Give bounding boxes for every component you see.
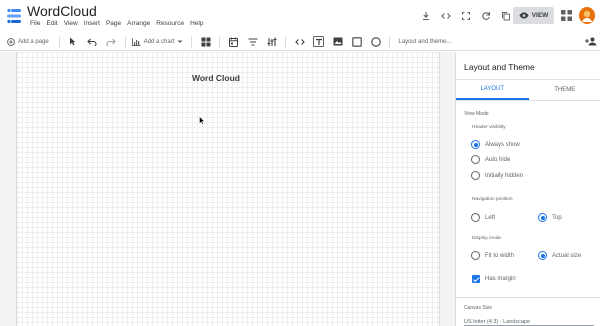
radio-unselected-icon	[471, 171, 480, 180]
menu-bar: File Edit View Insert Page Arrange Resou…	[27, 20, 206, 27]
url-embed-icon[interactable]	[294, 36, 305, 47]
toolbar-divider	[285, 35, 287, 48]
add-chart-button[interactable]: Add a chart	[131, 35, 184, 49]
refresh-icon[interactable]	[479, 9, 492, 22]
share-button[interactable]	[585, 35, 597, 49]
toolbar-divider	[219, 35, 221, 48]
data-control-icon[interactable]	[266, 36, 277, 47]
menu-help[interactable]: Help	[187, 20, 206, 27]
date-range-icon[interactable]	[228, 36, 239, 47]
add-chart-label: Add a chart	[143, 38, 175, 45]
nav-left-label: Left	[485, 214, 496, 221]
menu-view[interactable]: View	[61, 20, 81, 27]
image-icon[interactable]	[332, 36, 343, 47]
fit-to-width-label: Fit to width	[485, 252, 515, 259]
canvas-title-text[interactable]: Word Cloud	[192, 73, 240, 83]
undo-icon[interactable]	[87, 36, 98, 47]
view-button-label: VIEW	[531, 12, 549, 19]
filter-control-icon[interactable]	[247, 36, 258, 47]
has-margin-checkbox[interactable]: Has margin	[472, 275, 516, 283]
section-divider	[456, 297, 600, 298]
tab-theme[interactable]: THEME	[529, 80, 600, 100]
toolbar-divider	[191, 35, 193, 48]
add-page-button[interactable]: Add a page	[7, 35, 49, 49]
nav-left-radio[interactable]: Left	[471, 213, 495, 222]
radio-unselected-icon	[471, 155, 480, 164]
bar-chart-icon	[131, 38, 141, 46]
embed-code-icon[interactable]	[439, 9, 452, 22]
app-header: WordCloud File Edit View Insert Page Arr…	[0, 0, 600, 33]
has-margin-label: Has margin	[485, 276, 516, 282]
canvas-size-label: Canvas Size	[464, 305, 493, 311]
nav-top-label: Top	[552, 214, 562, 221]
header-initially-hidden-label: Initially hidden	[485, 172, 524, 179]
add-person-icon	[585, 37, 597, 46]
header-initially-hidden-radio[interactable]: Initially hidden	[471, 171, 523, 180]
menu-file[interactable]: File	[27, 20, 43, 27]
panel-tabs: LAYOUT THEME	[456, 79, 600, 101]
tab-layout[interactable]: LAYOUT	[456, 80, 529, 100]
menu-insert[interactable]: Insert	[81, 20, 103, 27]
menu-page[interactable]: Page	[103, 20, 124, 27]
checkbox-checked-icon	[472, 275, 480, 283]
layout-and-theme-button[interactable]: Layout and theme...	[398, 35, 451, 49]
radio-selected-icon	[471, 140, 480, 149]
text-box-icon[interactable]	[313, 36, 325, 47]
toolbar-divider	[58, 35, 60, 48]
fit-to-width-radio[interactable]: Fit to width	[471, 251, 514, 260]
layout-and-theme-label: Layout and theme...	[398, 38, 452, 45]
report-title[interactable]: WordCloud	[27, 3, 97, 19]
redo-icon[interactable]	[106, 36, 117, 47]
rectangle-icon[interactable]	[351, 36, 362, 47]
canvas-area: Word Cloud	[0, 52, 455, 326]
radio-unselected-icon	[471, 251, 480, 260]
menu-edit[interactable]: Edit	[43, 20, 60, 27]
circle-icon[interactable]	[370, 36, 381, 47]
view-mode-label: View Mode	[464, 111, 489, 117]
canvas-size-select[interactable]: US letter (4:3) - Landscape	[464, 319, 594, 326]
panel-title: Layout and Theme	[464, 62, 535, 72]
report-canvas[interactable]: Word Cloud	[16, 52, 440, 326]
actual-size-label: Actual size	[552, 252, 582, 259]
menu-resource[interactable]: Resource	[153, 20, 187, 27]
download-icon[interactable]	[419, 9, 432, 22]
editor-toolbar: Add a page Add a chart Layout and theme.…	[0, 33, 600, 51]
mouse-cursor-icon	[199, 116, 205, 125]
actual-size-radio[interactable]: Actual size	[538, 251, 581, 260]
toolbar-divider	[389, 35, 391, 48]
view-button[interactable]: VIEW	[513, 7, 554, 24]
select-pointer-icon[interactable]	[68, 36, 79, 47]
radio-unselected-icon	[471, 213, 480, 222]
header-auto-hide-radio[interactable]: Auto hide	[471, 155, 510, 164]
header-always-show-radio[interactable]: Always show	[471, 140, 520, 149]
canvas-size-value: US letter (4:3) - Landscape	[464, 319, 531, 325]
eye-icon	[519, 12, 529, 19]
chevron-down-icon	[177, 40, 183, 43]
nav-top-radio[interactable]: Top	[538, 213, 562, 222]
radio-selected-icon	[538, 251, 547, 260]
fullscreen-icon[interactable]	[459, 9, 472, 22]
data-studio-logo-icon[interactable]	[5, 7, 23, 25]
header-always-show-label: Always show	[485, 141, 520, 148]
copy-icon[interactable]	[499, 9, 512, 22]
toolbar-divider	[124, 35, 126, 48]
layout-theme-panel: Layout and Theme LAYOUT THEME View Mode …	[455, 52, 600, 326]
display-mode-label: Display mode	[472, 236, 502, 241]
header-visibility-label: Header visibility	[472, 125, 506, 130]
add-circle-icon	[7, 37, 15, 46]
header-auto-hide-label: Auto hide	[485, 156, 511, 163]
radio-selected-icon	[538, 213, 547, 222]
community-viz-icon[interactable]	[200, 36, 211, 47]
navigation-position-label: Navigation position	[472, 197, 513, 202]
menu-arrange[interactable]: Arrange	[124, 20, 153, 27]
apps-grid-icon[interactable]	[561, 10, 572, 21]
add-page-label: Add a page	[18, 38, 49, 45]
header-actions	[419, 9, 512, 22]
avatar[interactable]	[579, 7, 595, 24]
